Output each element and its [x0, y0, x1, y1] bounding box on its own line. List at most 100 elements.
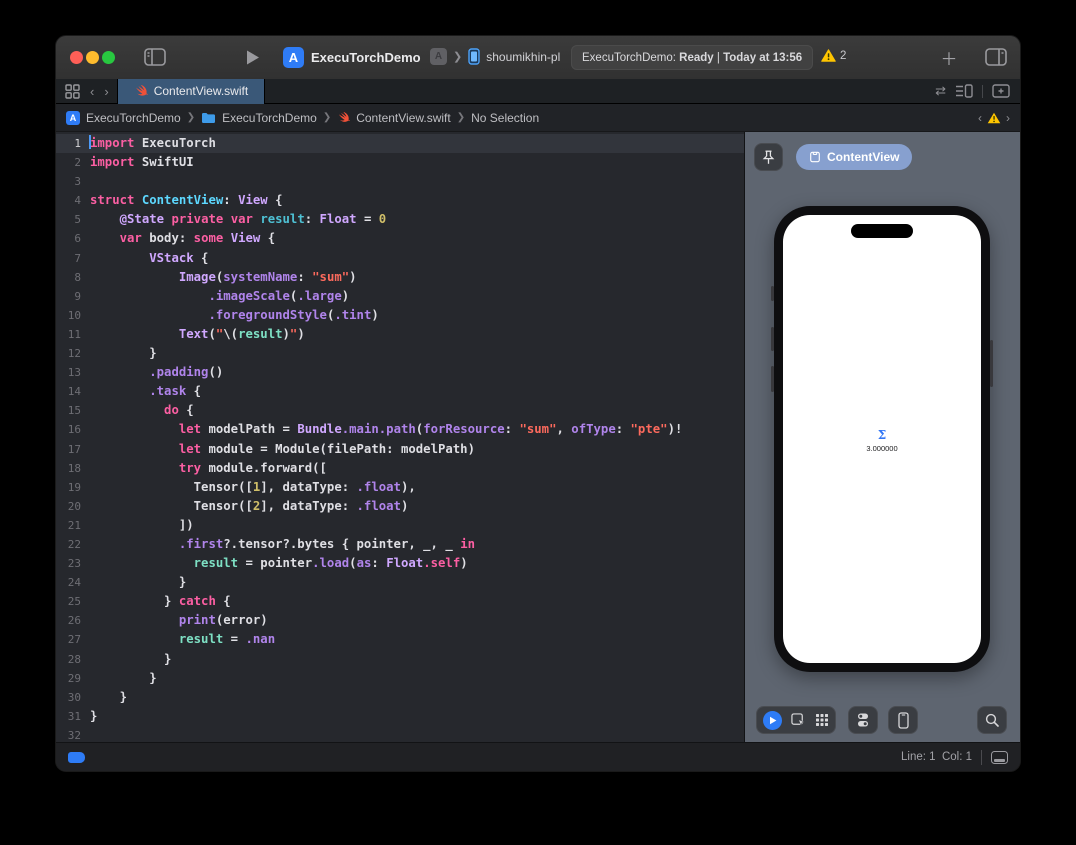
previous-issue-button[interactable]: ‹: [978, 111, 982, 125]
line-number[interactable]: 7: [56, 249, 90, 268]
line-number[interactable]: 21: [56, 516, 90, 535]
preview-screen[interactable]: Σ 3.000000: [783, 215, 981, 663]
tab-contentview-swift[interactable]: ContentView.swift: [117, 79, 266, 104]
line-col-indicator[interactable]: Line: 1 Col: 1: [901, 751, 972, 763]
live-preview-button[interactable]: [763, 711, 782, 730]
code-text[interactable]: Tensor([2], dataType: .float): [90, 497, 408, 516]
code-text[interactable]: let module = Module(filePath: modelPath): [90, 440, 475, 459]
preview-zoom-button[interactable]: [977, 706, 1007, 734]
source-editor[interactable]: 1import ExecuTorch2import SwiftUI34struc…: [56, 132, 745, 742]
go-forward-button[interactable]: ›: [104, 84, 108, 99]
line-number[interactable]: 32: [56, 726, 90, 742]
code-text[interactable]: @State private var result: Float = 0: [90, 210, 386, 229]
go-back-button[interactable]: ‹: [90, 84, 94, 99]
line-number[interactable]: 17: [56, 440, 90, 459]
line-number[interactable]: 15: [56, 401, 90, 420]
code-text[interactable]: let modelPath = Bundle.main.path(forReso…: [90, 420, 682, 439]
breadcrumb-file[interactable]: ContentView.swift: [356, 111, 451, 125]
device-settings-button[interactable]: [848, 706, 878, 734]
code-text[interactable]: result = .nan: [90, 630, 275, 649]
code-text[interactable]: import ExecuTorch: [90, 134, 216, 153]
line-number[interactable]: 13: [56, 363, 90, 382]
line-number[interactable]: 5: [56, 210, 90, 229]
line-number[interactable]: 26: [56, 611, 90, 630]
code-text[interactable]: .padding(): [90, 363, 223, 382]
run-button[interactable]: [244, 49, 262, 66]
code-text[interactable]: VStack {: [90, 249, 208, 268]
next-issue-button[interactable]: ›: [1006, 111, 1010, 125]
code-text[interactable]: .task {: [90, 382, 201, 401]
breadcrumb-selection[interactable]: No Selection: [471, 111, 539, 125]
zoom-window-button[interactable]: [102, 51, 115, 64]
activity-status[interactable]: ExecuTorchDemo: Ready | Today at 13:56: [571, 45, 813, 70]
editor-options-icon[interactable]: [955, 84, 973, 98]
line-number[interactable]: 8: [56, 268, 90, 287]
code-text[interactable]: print(error): [90, 611, 268, 630]
line-number[interactable]: 4: [56, 191, 90, 210]
selectable-mode-button[interactable]: [791, 713, 806, 728]
code-text[interactable]: }: [90, 707, 97, 726]
close-window-button[interactable]: [70, 51, 83, 64]
code-text[interactable]: do {: [90, 401, 194, 420]
navigator-sidebar-toggle[interactable]: [144, 48, 166, 66]
line-number[interactable]: 25: [56, 592, 90, 611]
preview-target-pill[interactable]: ContentView: [796, 144, 912, 170]
warning-count-badge[interactable]: 2: [821, 49, 846, 62]
code-text[interactable]: }: [90, 669, 157, 688]
line-number[interactable]: 6: [56, 229, 90, 248]
issue-warning-icon[interactable]: [987, 112, 1001, 124]
scheme-selector[interactable]: A ❯ shoumikhin-pl: [430, 48, 560, 65]
breadcrumb-group[interactable]: ExecuTorchDemo: [222, 111, 317, 125]
code-text[interactable]: .imageScale(.large): [90, 287, 349, 306]
line-number[interactable]: 16: [56, 420, 90, 439]
library-add-button[interactable]: ＋: [940, 48, 958, 66]
line-number[interactable]: 18: [56, 459, 90, 478]
line-number[interactable]: 12: [56, 344, 90, 363]
breakpoint-indicator[interactable]: [68, 752, 85, 763]
line-number[interactable]: 3: [56, 172, 90, 191]
pin-preview-button[interactable]: [754, 143, 783, 171]
line-number[interactable]: 29: [56, 669, 90, 688]
line-number[interactable]: 10: [56, 306, 90, 325]
code-text[interactable]: struct ContentView: View {: [90, 191, 283, 210]
code-text[interactable]: result = pointer.load(as: Float.self): [90, 554, 468, 573]
code-text[interactable]: .first?.tensor?.bytes { pointer, _, _ in: [90, 535, 475, 554]
code-line: 32: [56, 726, 744, 742]
line-number[interactable]: 11: [56, 325, 90, 344]
add-editor-icon[interactable]: [992, 84, 1010, 98]
line-number[interactable]: 30: [56, 688, 90, 707]
code-text[interactable]: }: [90, 573, 186, 592]
code-text[interactable]: }: [90, 344, 157, 363]
code-text[interactable]: Tensor([1], dataType: .float),: [90, 478, 416, 497]
line-number[interactable]: 20: [56, 497, 90, 516]
line-number[interactable]: 28: [56, 650, 90, 669]
minimize-window-button[interactable]: [86, 51, 99, 64]
code-text[interactable]: Text("\(result)"): [90, 325, 305, 344]
line-number[interactable]: 1: [56, 134, 90, 153]
inspector-sidebar-toggle[interactable]: [984, 48, 1008, 66]
minimize-editor-icon[interactable]: [991, 751, 1008, 764]
line-number[interactable]: 14: [56, 382, 90, 401]
variants-mode-button[interactable]: [815, 713, 829, 727]
code-text[interactable]: var body: some View {: [90, 229, 275, 248]
line-number[interactable]: 24: [56, 573, 90, 592]
line-number[interactable]: 22: [56, 535, 90, 554]
code-text[interactable]: }: [90, 688, 127, 707]
line-number[interactable]: 27: [56, 630, 90, 649]
code-text[interactable]: ]): [90, 516, 194, 535]
line-number[interactable]: 9: [56, 287, 90, 306]
related-items-icon[interactable]: ⇄: [935, 83, 946, 99]
code-text[interactable]: } catch {: [90, 592, 231, 611]
code-text[interactable]: .foregroundStyle(.tint): [90, 306, 379, 325]
line-number[interactable]: 19: [56, 478, 90, 497]
code-text[interactable]: try module.forward([: [90, 459, 327, 478]
code-text[interactable]: import SwiftUI: [90, 153, 194, 172]
line-number[interactable]: 23: [56, 554, 90, 573]
line-number[interactable]: 2: [56, 153, 90, 172]
line-number[interactable]: 31: [56, 707, 90, 726]
breadcrumb-project[interactable]: ExecuTorchDemo: [86, 111, 181, 125]
preview-device-button[interactable]: [888, 706, 918, 734]
code-text[interactable]: Image(systemName: "sum"): [90, 268, 357, 287]
tab-overview-icon[interactable]: [65, 84, 80, 99]
code-text[interactable]: }: [90, 650, 171, 669]
